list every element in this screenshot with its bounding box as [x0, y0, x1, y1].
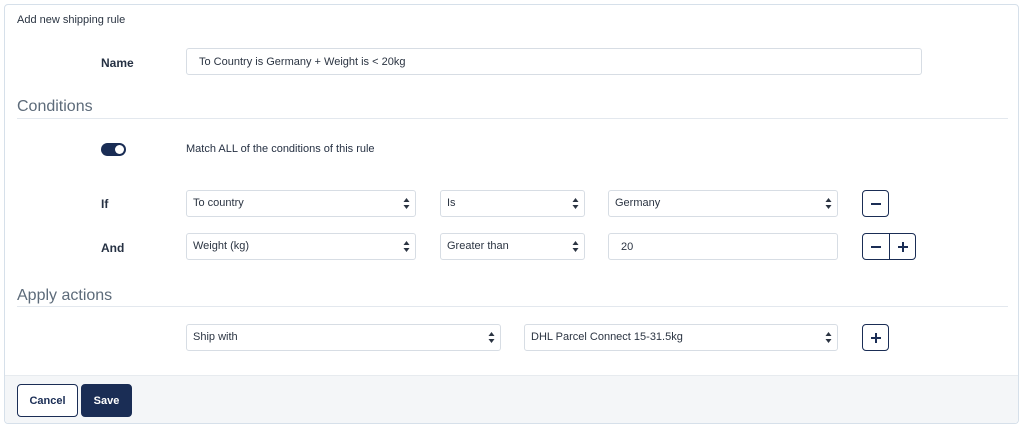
plus-icon	[897, 241, 908, 252]
select-caret-icon	[572, 240, 579, 253]
condition-1-value-select[interactable]: Germany	[608, 190, 838, 217]
select-value: Weight (kg)	[193, 240, 250, 252]
select-caret-icon	[488, 331, 495, 344]
select-caret-icon	[825, 197, 832, 210]
plus-icon	[870, 332, 881, 343]
cancel-button[interactable]: Cancel	[17, 384, 78, 417]
select-value: Is	[447, 197, 456, 209]
select-value: To country	[193, 197, 244, 209]
shipping-method-select[interactable]: DHL Parcel Connect 15-31.5kg	[524, 324, 838, 351]
select-caret-icon	[403, 240, 410, 253]
name-label: Name	[101, 56, 134, 70]
select-value: Greater than	[447, 240, 509, 252]
condition-1-field-select[interactable]: To country	[186, 190, 416, 217]
select-caret-icon	[572, 197, 579, 210]
condition-2-button-group	[862, 233, 916, 260]
conditions-heading: Conditions	[17, 98, 93, 115]
actions-divider	[17, 306, 1008, 307]
minus-icon	[870, 202, 881, 205]
conditions-divider	[17, 118, 1008, 119]
select-value: Ship with	[193, 331, 238, 343]
select-value: Germany	[615, 197, 661, 209]
match-all-toggle[interactable]	[101, 143, 126, 156]
condition-if-label: If	[101, 197, 109, 211]
remove-condition-1-button[interactable]	[862, 190, 889, 217]
condition-1-operator-select[interactable]: Is	[440, 190, 585, 217]
form-footer: Cancel Save	[5, 375, 1018, 423]
toggle-knob	[115, 145, 124, 154]
action-type-select[interactable]: Ship with	[186, 324, 501, 351]
actions-heading: Apply actions	[17, 287, 113, 304]
save-button[interactable]: Save	[81, 384, 132, 417]
minus-icon	[871, 245, 881, 248]
select-caret-icon	[825, 331, 832, 344]
select-caret-icon	[403, 197, 410, 210]
condition-2-field-select[interactable]: Weight (kg)	[186, 233, 416, 260]
select-value: DHL Parcel Connect 15-31.5kg	[531, 331, 683, 343]
panel-title: Add new shipping rule	[17, 14, 126, 26]
add-action-button[interactable]	[862, 324, 889, 351]
add-condition-button[interactable]	[889, 234, 915, 259]
condition-and-label: And	[101, 241, 125, 255]
rule-name-input[interactable]	[186, 48, 922, 75]
condition-2-value-input[interactable]	[608, 233, 838, 260]
match-all-label: Match ALL of the conditions of this rule	[186, 143, 375, 155]
shipping-rule-panel: Add new shipping rule Name Conditions Ma…	[4, 4, 1019, 424]
condition-2-operator-select[interactable]: Greater than	[440, 233, 585, 260]
remove-condition-2-button[interactable]	[863, 234, 889, 259]
